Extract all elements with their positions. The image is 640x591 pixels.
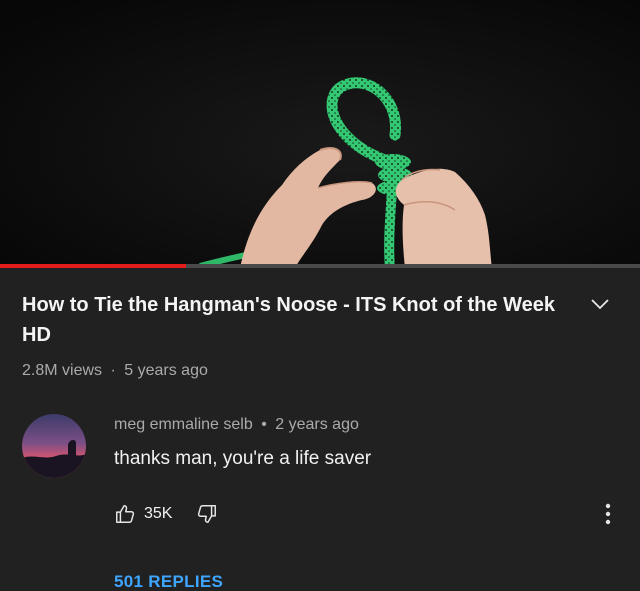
video-title: How to Tie the Hangman's Noose - ITS Kno… (22, 294, 555, 346)
video-player[interactable] (0, 0, 640, 268)
comment-actions: 35K (114, 500, 218, 528)
progress-fill (0, 264, 186, 268)
thumbs-down-icon (198, 505, 217, 523)
avatar-image (22, 414, 86, 478)
thumbs-up-icon (116, 505, 135, 523)
more-vertical-icon (605, 503, 611, 525)
upload-age: 5 years ago (124, 362, 208, 379)
comment-header: meg emmaline selb • 2 years ago (114, 416, 359, 434)
video-meta: 2.8M views · 5 years ago (22, 362, 208, 380)
rope-standing-end (384, 189, 397, 268)
comment-text: thanks man, you're a life saver (114, 448, 372, 469)
video-frame (0, 0, 640, 268)
comment-age: 2 years ago (275, 416, 359, 433)
comment-separator: • (261, 416, 267, 433)
progress-bar[interactable] (0, 264, 640, 268)
comment-more-button[interactable] (596, 500, 620, 528)
expand-description-button[interactable] (586, 292, 614, 316)
video-page: How to Tie the Hangman's Noose - ITS Kno… (0, 0, 640, 591)
view-replies-link[interactable]: 501 REPLIES (114, 572, 223, 591)
meta-separator: · (110, 362, 116, 379)
view-count: 2.8M views (22, 362, 103, 379)
avatar[interactable] (22, 414, 86, 478)
chevron-down-icon (591, 299, 609, 310)
like-count: 35K (144, 505, 173, 522)
like-button[interactable]: 35K (114, 503, 196, 525)
comment-author[interactable]: meg emmaline selb (114, 416, 253, 433)
dislike-button[interactable] (196, 503, 218, 525)
